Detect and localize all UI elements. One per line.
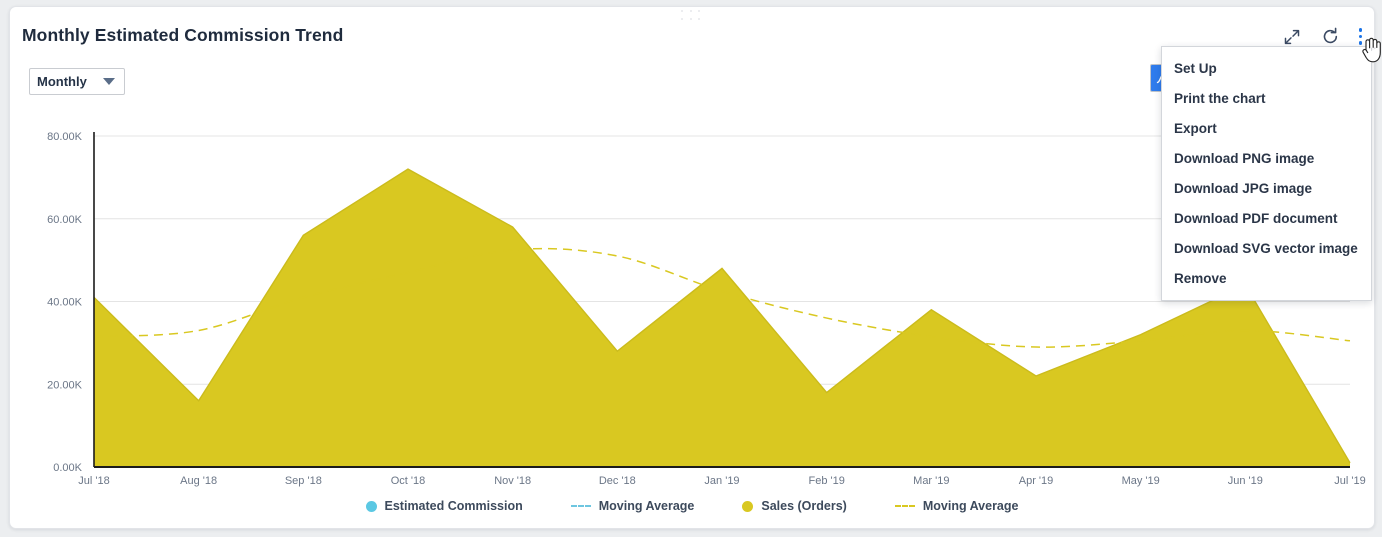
- more-options-icon[interactable]: [1358, 28, 1362, 45]
- menu-item-export[interactable]: Export: [1162, 113, 1371, 143]
- x-axis-tick-label: May '19: [1122, 475, 1160, 487]
- x-axis-tick-label: Jan '19: [704, 475, 739, 487]
- menu-item-remove[interactable]: Remove: [1162, 263, 1371, 293]
- menu-item-set-up[interactable]: Set Up: [1162, 53, 1371, 83]
- refresh-icon[interactable]: [1321, 27, 1340, 46]
- menu-item-download-jpg[interactable]: Download JPG image: [1162, 173, 1371, 203]
- expand-icon[interactable]: [1283, 27, 1302, 46]
- y-axis-tick-label: 0.00K: [53, 462, 82, 474]
- menu-item-print-chart[interactable]: Print the chart: [1162, 83, 1371, 113]
- y-axis-tick-label: 20.00K: [47, 379, 83, 391]
- legend-dot-icon: [365, 500, 377, 512]
- x-axis-tick-label: Mar '19: [913, 475, 949, 487]
- legend-item[interactable]: Estimated Commission: [365, 499, 523, 513]
- legend-label: Moving Average: [922, 499, 1019, 513]
- legend-label: Sales (Orders): [761, 499, 847, 513]
- x-axis-tick-label: Jul '19: [1334, 475, 1365, 487]
- legend-item[interactable]: Moving Average: [894, 499, 1019, 513]
- x-axis-tick-label: Jul '18: [78, 475, 109, 487]
- menu-item-download-pdf[interactable]: Download PDF document: [1162, 203, 1371, 233]
- y-axis-tick-label: 40.00K: [47, 297, 83, 309]
- chevron-down-icon: [103, 78, 115, 85]
- legend-item[interactable]: Moving Average: [570, 499, 695, 513]
- x-axis-tick-label: Feb '19: [808, 475, 844, 487]
- legend-dot-icon: [742, 500, 754, 512]
- page-title: Monthly Estimated Commission Trend: [22, 25, 344, 45]
- x-axis-tick-label: Sep '18: [285, 475, 322, 487]
- legend-label: Estimated Commission: [384, 499, 523, 513]
- legend-dash-icon: [570, 505, 591, 507]
- menu-item-download-svg[interactable]: Download SVG vector image: [1162, 233, 1371, 263]
- menu-item-download-png[interactable]: Download PNG image: [1162, 143, 1371, 173]
- legend-dash-icon: [894, 505, 915, 507]
- x-axis-tick-label: Nov '18: [494, 475, 531, 487]
- chart-toolbar: [1283, 27, 1362, 46]
- x-axis-tick-label: Aug '18: [180, 475, 217, 487]
- chart-card: Monthly Estimated Commission Trend Month…: [9, 6, 1381, 529]
- period-select-value: Monthly: [37, 74, 87, 89]
- x-axis-tick-label: Jun '19: [1228, 475, 1263, 487]
- legend-item[interactable]: Sales (Orders): [742, 499, 847, 513]
- x-axis-tick-label: Dec '18: [599, 475, 636, 487]
- x-axis-tick-label: Apr '19: [1019, 475, 1054, 487]
- chart-legend: Estimated Commission Moving Average Sales …: [10, 499, 1374, 513]
- context-menu: Set Up Print the chart Export Download P…: [1161, 46, 1372, 301]
- y-axis-tick-label: 80.00K: [47, 131, 83, 143]
- x-axis-tick-label: Oct '18: [391, 475, 426, 487]
- drag-handle[interactable]: [681, 10, 703, 22]
- legend-label: Moving Average: [598, 499, 695, 513]
- period-select[interactable]: Monthly: [29, 68, 125, 95]
- y-axis-tick-label: 60.00K: [47, 214, 83, 226]
